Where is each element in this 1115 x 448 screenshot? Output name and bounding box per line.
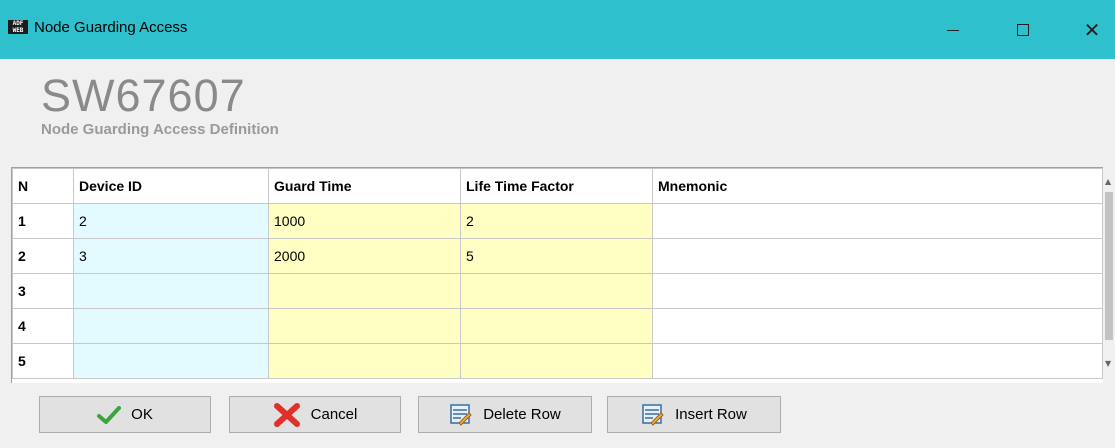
insert-row-button[interactable]: Insert Row — [607, 396, 781, 433]
minimize-icon — [947, 30, 959, 31]
column-header-mnemonic[interactable]: Mnemonic — [652, 168, 1103, 204]
column-header-guard-time[interactable]: Guard Time — [268, 168, 461, 204]
row-number: 5 — [12, 343, 74, 379]
life-time-factor-cell[interactable] — [460, 273, 653, 309]
mnemonic-cell[interactable] — [652, 203, 1103, 239]
scroll-down-icon[interactable]: ▼ — [1105, 359, 1111, 368]
row-number: 1 — [12, 203, 74, 239]
insert-row-label: Insert Row — [675, 406, 747, 423]
title-bar: ADF WEB Node Guarding Access ✕ — [0, 0, 1115, 59]
device-id-cell[interactable]: 2 — [73, 203, 269, 239]
insert-row-icon — [642, 403, 664, 426]
device-id-cell[interactable]: 3 — [73, 238, 269, 274]
maximize-icon — [1017, 23, 1029, 36]
cancel-x-icon — [273, 402, 300, 427]
column-header-life-time-factor[interactable]: Life Time Factor — [460, 168, 653, 204]
cancel-button[interactable]: Cancel — [229, 396, 401, 433]
guard-time-cell[interactable] — [268, 273, 461, 309]
column-header-device-id[interactable]: Device ID — [73, 168, 269, 204]
table-row[interactable]: 2 3 2000 5 — [12, 238, 1103, 274]
scroll-up-icon[interactable]: ▲ — [1105, 177, 1111, 186]
mnemonic-cell[interactable] — [652, 273, 1103, 309]
guard-time-cell[interactable] — [268, 308, 461, 344]
ok-button[interactable]: OK — [39, 396, 211, 433]
header-row: N Device ID Guard Time Life Time Factor … — [12, 168, 1103, 204]
device-id-cell[interactable] — [73, 308, 269, 344]
delete-row-icon — [450, 403, 472, 426]
table-row[interactable]: 1 2 1000 2 — [12, 203, 1103, 239]
row-number: 2 — [12, 238, 74, 274]
mnemonic-cell[interactable] — [652, 343, 1103, 379]
node-guarding-grid: N Device ID Guard Time Life Time Factor … — [11, 167, 1115, 383]
data-table: N Device ID Guard Time Life Time Factor … — [12, 168, 1103, 379]
page-title: SW67607 — [41, 70, 246, 121]
app-icon: ADF WEB — [8, 20, 28, 34]
mnemonic-cell[interactable] — [652, 308, 1103, 344]
minimize-button[interactable] — [930, 0, 976, 59]
column-header-n[interactable]: N — [12, 168, 74, 204]
device-id-cell[interactable] — [73, 343, 269, 379]
checkmark-icon — [97, 405, 122, 424]
maximize-button[interactable] — [1000, 0, 1046, 59]
scroll-thumb[interactable] — [1105, 192, 1113, 340]
life-time-factor-cell[interactable]: 2 — [460, 203, 653, 239]
window-title: Node Guarding Access — [34, 19, 188, 36]
close-icon: ✕ — [1083, 17, 1101, 42]
life-time-factor-cell[interactable] — [460, 343, 653, 379]
guard-time-cell[interactable]: 2000 — [268, 238, 461, 274]
close-button[interactable]: ✕ — [1069, 0, 1115, 59]
table-row[interactable]: 5 — [12, 343, 1103, 379]
device-id-cell[interactable] — [73, 273, 269, 309]
vertical-scrollbar[interactable]: ▲ ▼ — [1103, 167, 1115, 383]
guard-time-cell[interactable]: 1000 — [268, 203, 461, 239]
row-number: 3 — [12, 273, 74, 309]
table-row[interactable]: 4 — [12, 308, 1103, 344]
life-time-factor-cell[interactable]: 5 — [460, 238, 653, 274]
page-subtitle: Node Guarding Access Definition — [41, 121, 279, 138]
mnemonic-cell[interactable] — [652, 238, 1103, 274]
ok-label: OK — [131, 406, 153, 423]
guard-time-cell[interactable] — [268, 343, 461, 379]
life-time-factor-cell[interactable] — [460, 308, 653, 344]
delete-row-label: Delete Row — [483, 406, 561, 423]
row-number: 4 — [12, 308, 74, 344]
delete-row-button[interactable]: Delete Row — [418, 396, 592, 433]
table-row[interactable]: 3 — [12, 273, 1103, 309]
cancel-label: Cancel — [310, 406, 358, 423]
